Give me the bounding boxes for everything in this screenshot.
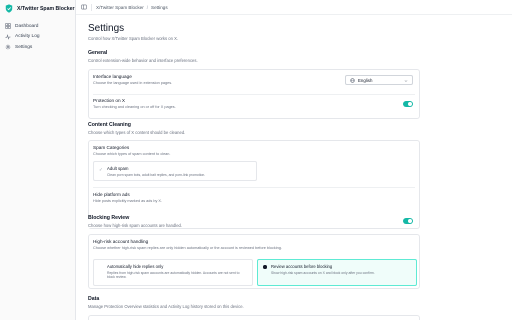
breadcrumb-separator: / bbox=[146, 4, 149, 10]
review-before-block-option[interactable]: Review accounts before blocking Show hig… bbox=[257, 259, 417, 286]
option-description: Clean porn spam bots, adult bait replies… bbox=[107, 172, 206, 177]
sidebar-item-activity-log[interactable]: Activity Log bbox=[0, 32, 75, 43]
option-text: Review accounts before blocking Show hig… bbox=[271, 264, 411, 275]
option-title: Review accounts before blocking bbox=[271, 264, 333, 269]
blocking-section-header: Blocking Review Choose how high-risk spa… bbox=[88, 215, 288, 228]
section-description: Control extension-wide behavior and inte… bbox=[88, 58, 198, 63]
settings-main: Settings Control how X/Twitter Spam Bloc… bbox=[88, 23, 420, 320]
sidebar-item-label: Activity Log bbox=[15, 34, 40, 40]
breadcrumb: X/Twitter Spam Blocker / Settings bbox=[96, 5, 168, 10]
protection-toggle[interactable] bbox=[403, 101, 413, 107]
page-description: Control how X/Twitter Spam Blocker works… bbox=[88, 36, 179, 41]
setting-description: Choose which types of spam content to cl… bbox=[93, 151, 171, 156]
radio-selected-icon bbox=[263, 265, 267, 269]
protection-setting: Protection on X Turn checking and cleani… bbox=[93, 98, 176, 109]
sidebar-nav: Dashboard Activity Log Settings bbox=[0, 21, 75, 53]
spam-categories-setting: Spam Categories Choose which types of sp… bbox=[93, 145, 170, 156]
sidebar: X/Twitter Spam Blocker Dashboard Activit… bbox=[0, 0, 76, 320]
toolbar-divider bbox=[91, 3, 92, 11]
section-title: Data bbox=[88, 296, 100, 302]
setting-description: Turn checking and cleaning on or off for… bbox=[93, 104, 176, 109]
globe-icon bbox=[350, 77, 355, 83]
hide-ads-setting: Hide platform ads Hide posts explicitly … bbox=[93, 192, 162, 203]
section-description: Choose how high-risk spam accounts are h… bbox=[88, 223, 183, 228]
setting-title: Protection on X bbox=[93, 98, 126, 103]
dashboard-icon bbox=[5, 23, 11, 29]
option-title: Automatically hide replies only bbox=[107, 264, 164, 269]
shield-logo-icon bbox=[5, 4, 13, 13]
setting-title: Spam Categories bbox=[93, 145, 130, 150]
option-text: Adult spam Clean porn spam bots, adult b… bbox=[107, 166, 205, 177]
language-setting: Interface language Choose the language u… bbox=[93, 74, 172, 85]
sidebar-item-label: Settings bbox=[15, 44, 33, 50]
row-divider bbox=[93, 94, 415, 95]
auto-hide-option[interactable]: Automatically hide replies only Replies … bbox=[93, 259, 253, 286]
blocking-card: High-risk account handling Choose whethe… bbox=[88, 234, 420, 289]
section-title: General bbox=[88, 50, 108, 56]
gear-icon bbox=[5, 44, 11, 50]
check-icon: ✓ bbox=[99, 167, 103, 172]
top-bar: X/Twitter Spam Blocker / Settings bbox=[76, 0, 512, 15]
setting-description: Choose whether high-risk spam replies ar… bbox=[93, 245, 282, 250]
hide-ads-toggle[interactable] bbox=[403, 218, 413, 224]
sidebar-item-label: Dashboard bbox=[15, 23, 39, 29]
language-select-value: English bbox=[358, 77, 373, 83]
chevron-down-icon bbox=[404, 79, 408, 82]
app-name: X/Twitter Spam Blocker bbox=[17, 5, 75, 12]
page-title: Settings bbox=[88, 23, 125, 34]
section-title: Blocking Review bbox=[88, 215, 130, 221]
sidebar-item-settings[interactable]: Settings bbox=[0, 42, 75, 53]
sidebar-toggle-icon[interactable] bbox=[81, 4, 87, 10]
option-description: Replies from high-risk spam accounts are… bbox=[107, 270, 240, 280]
language-select[interactable]: English bbox=[345, 75, 413, 85]
setting-description: Choose the language used in extension pa… bbox=[93, 80, 173, 85]
activity-icon bbox=[5, 33, 11, 40]
section-description: Manage Protection Overview statistics an… bbox=[88, 304, 244, 309]
adult-spam-option[interactable]: ✓ Adult spam Clean porn spam bots, adult… bbox=[93, 161, 257, 181]
breadcrumb-current: Settings bbox=[151, 4, 168, 10]
general-section-header: General Control extension-wide behavior … bbox=[88, 50, 198, 63]
sidebar-item-dashboard[interactable]: Dashboard bbox=[0, 21, 75, 32]
option-text: Automatically hide replies only Replies … bbox=[107, 264, 247, 280]
general-card: Interface language Choose the language u… bbox=[88, 69, 420, 119]
content-section-header: Content Cleaning Choose which types of X… bbox=[88, 122, 185, 135]
risk-handling-setting: High-risk account handling Choose whethe… bbox=[93, 239, 282, 250]
data-card bbox=[88, 315, 420, 320]
setting-description: Hide posts explicitly marked as ads by X… bbox=[93, 198, 163, 203]
data-section-header: Data Manage Protection Overview statisti… bbox=[88, 296, 244, 309]
setting-title: Interface language bbox=[93, 74, 132, 79]
setting-title: Hide platform ads bbox=[93, 192, 130, 197]
setting-title: High-risk account handling bbox=[93, 239, 149, 244]
section-title: Content Cleaning bbox=[88, 122, 131, 128]
section-description: Choose which types of X content should b… bbox=[88, 130, 186, 135]
option-description: Show high-risk spam accounts on X and bl… bbox=[271, 270, 375, 275]
option-title: Adult spam bbox=[107, 166, 129, 171]
breadcrumb-root[interactable]: X/Twitter Spam Blocker bbox=[96, 5, 144, 10]
brand[interactable]: X/Twitter Spam Blocker bbox=[0, 0, 75, 17]
row-divider bbox=[93, 187, 415, 188]
